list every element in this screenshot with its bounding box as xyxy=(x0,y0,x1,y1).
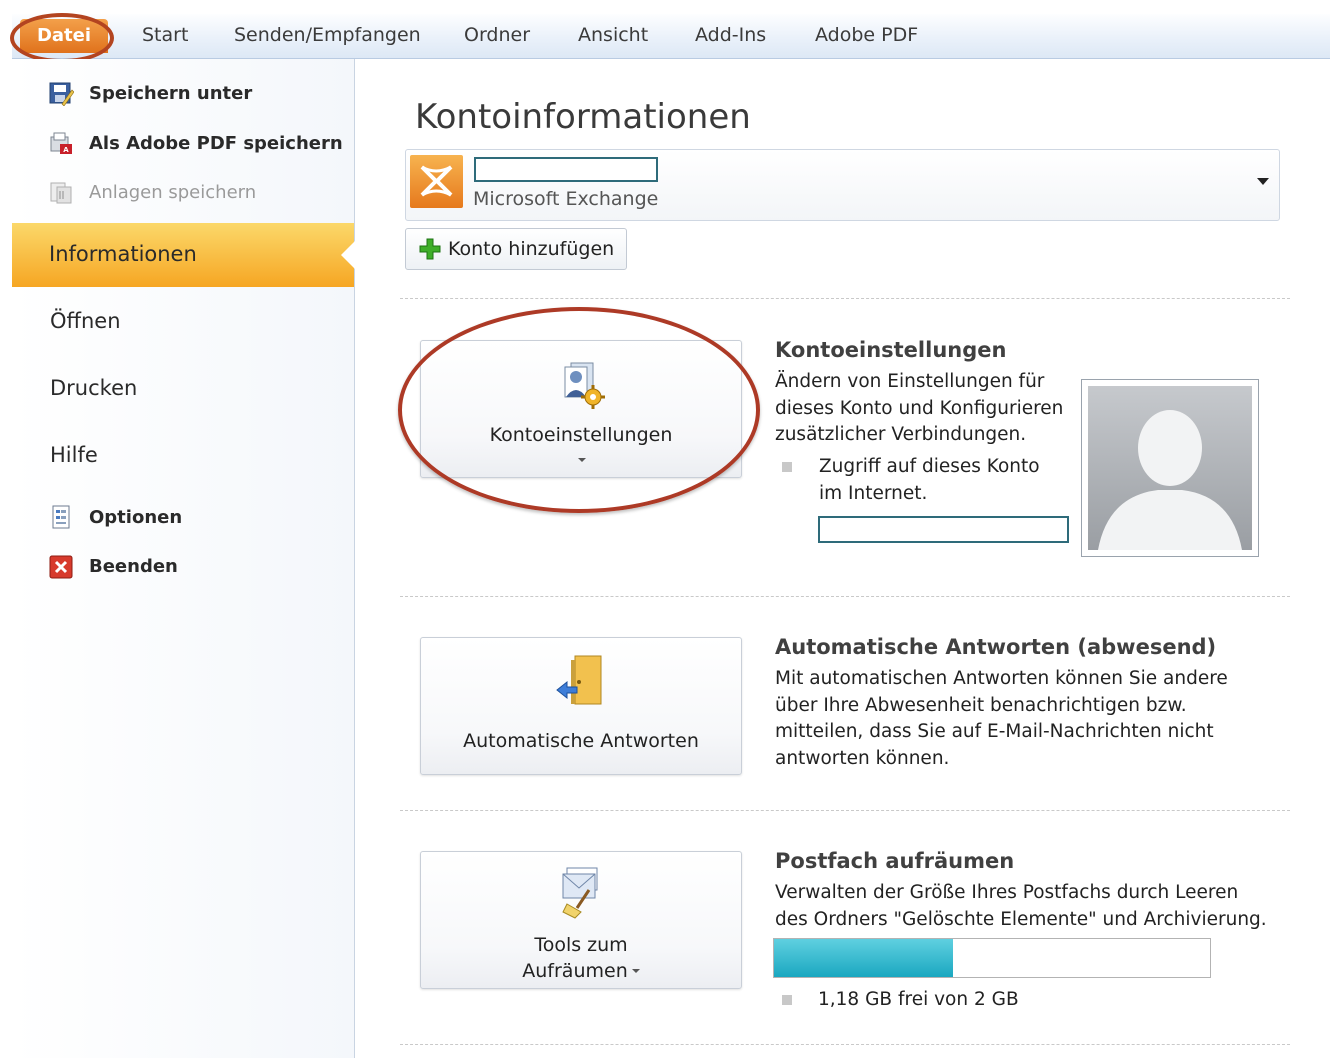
description-line: über Ihre Abwesenheit benachrichtigen bz… xyxy=(775,694,1187,716)
green-plus-icon xyxy=(419,238,441,260)
chevron-down-icon xyxy=(632,969,640,973)
adobe-pdf-icon: A xyxy=(50,132,72,154)
add-account-button[interactable]: Konto hinzufügen xyxy=(405,228,627,270)
bullet-icon xyxy=(782,995,792,1005)
nav-tab-informationen-label: Informationen xyxy=(49,242,197,266)
mailbox-quota-text: 1,18 GB frei von 2 GB xyxy=(818,989,1019,1010)
svg-text:A: A xyxy=(63,146,69,154)
account-name-field xyxy=(474,157,658,182)
automatic-replies-description: Mit automatischen Antworten können Sie a… xyxy=(775,666,1228,772)
mailbox-cleanup-title: Postfach aufräumen xyxy=(775,849,1015,873)
account-type-label: Microsoft Exchange xyxy=(473,188,659,210)
cleanup-tools-label-line-2: Aufräumen xyxy=(522,960,628,982)
description-line: Mit automatischen Antworten können Sie a… xyxy=(775,668,1228,689)
description-line: Ändern von Einstellungen für xyxy=(775,371,1045,392)
attachments-icon xyxy=(50,182,72,204)
tab-adobe-pdf[interactable]: Adobe PDF xyxy=(815,24,918,46)
exit-label: Beenden xyxy=(89,556,178,577)
tab-senden-empfangen[interactable]: Senden/Empfangen xyxy=(234,24,421,46)
description-line: antworten können. xyxy=(775,747,950,769)
tab-ansicht[interactable]: Ansicht xyxy=(578,24,648,46)
description-line: Verwalten der Größe Ihres Postfachs durc… xyxy=(775,882,1239,903)
account-settings-button-label: Kontoeinstellungen xyxy=(489,424,673,446)
automatic-replies-title: Automatische Antworten (abwesend) xyxy=(775,635,1217,659)
account-selector[interactable]: Microsoft Exchange xyxy=(405,149,1280,221)
exit-icon xyxy=(49,555,73,579)
bullet-line: im Internet. xyxy=(819,482,928,504)
account-settings-icon xyxy=(564,362,605,409)
account-info-panel: Kontoinformationen Microsoft Exchange Ko… xyxy=(355,59,1330,1058)
section-divider xyxy=(400,298,1290,299)
description-line: dieses Konto und Konfigurieren xyxy=(775,397,1064,419)
nav-tab-hilfe[interactable]: Hilfe xyxy=(50,443,98,467)
mailbox-quota-bar xyxy=(773,938,1211,978)
nav-tab-informationen[interactable]: Informationen xyxy=(12,223,355,287)
bullet-icon xyxy=(782,462,792,472)
nav-tab-oeffnen[interactable]: Öffnen xyxy=(50,309,121,333)
account-settings-description: Ändern von Einstellungen für dieses Kont… xyxy=(775,369,1063,449)
section-divider xyxy=(400,810,1290,811)
dropdown-arrow-icon[interactable] xyxy=(1257,178,1269,185)
tab-datei[interactable]: Datei xyxy=(20,19,108,53)
add-account-label: Konto hinzufügen xyxy=(448,238,615,260)
account-settings-button[interactable]: Kontoeinstellungen xyxy=(420,340,742,478)
chevron-down-icon xyxy=(578,458,586,462)
options-label: Optionen xyxy=(89,507,183,528)
cleanup-tools-button[interactable]: Tools zum Aufräumen xyxy=(420,851,742,989)
cleanup-tools-icon xyxy=(562,867,598,919)
options-icon xyxy=(52,505,70,529)
automatic-replies-door-icon xyxy=(556,655,602,705)
section-divider xyxy=(400,596,1290,597)
mailbox-quota-fill xyxy=(774,939,953,977)
profile-picture[interactable] xyxy=(1081,379,1259,557)
tab-ordner[interactable]: Ordner xyxy=(464,24,530,46)
automatic-replies-button-label: Automatische Antworten xyxy=(463,730,699,752)
section-divider xyxy=(400,1044,1290,1045)
save-as-adobe-pdf-label: Als Adobe PDF speichern xyxy=(89,133,343,154)
automatic-replies-button[interactable]: Automatische Antworten xyxy=(420,637,742,775)
page-title: Kontoinformationen xyxy=(415,97,751,137)
internet-access-link[interactable] xyxy=(818,516,1069,543)
internet-access-text: Zugriff auf dieses Konto im Internet. xyxy=(819,454,1040,507)
ribbon-tab-bar: Datei Start Senden/Empfangen Ordner Ansi… xyxy=(12,14,1330,59)
save-as-label: Speichern unter xyxy=(89,83,253,104)
cleanup-tools-label-line-1: Tools zum xyxy=(534,934,628,956)
avatar-silhouette-icon xyxy=(1088,386,1252,550)
nav-tab-drucken[interactable]: Drucken xyxy=(50,376,137,400)
account-settings-title: Kontoeinstellungen xyxy=(775,338,1007,362)
exchange-icon xyxy=(410,155,463,208)
mailbox-cleanup-description: Verwalten der Größe Ihres Postfachs durc… xyxy=(775,880,1267,933)
tab-start[interactable]: Start xyxy=(142,24,188,46)
backstage-nav: Speichern unter A Als Adobe PDF speicher… xyxy=(12,59,355,1058)
save-as-icon xyxy=(49,82,74,106)
description-line: zusätzlicher Verbindungen. xyxy=(775,424,1027,445)
bullet-line: Zugriff auf dieses Konto xyxy=(819,456,1040,477)
save-attachments-label: Anlagen speichern xyxy=(89,182,257,203)
selected-tab-notch xyxy=(341,241,355,269)
description-line: mitteilen, dass Sie auf E-Mail-Nachricht… xyxy=(775,721,1214,742)
description-line: des Ordners "Gelöschte Elemente" und Arc… xyxy=(775,908,1267,930)
tab-add-ins[interactable]: Add-Ins xyxy=(695,24,766,46)
